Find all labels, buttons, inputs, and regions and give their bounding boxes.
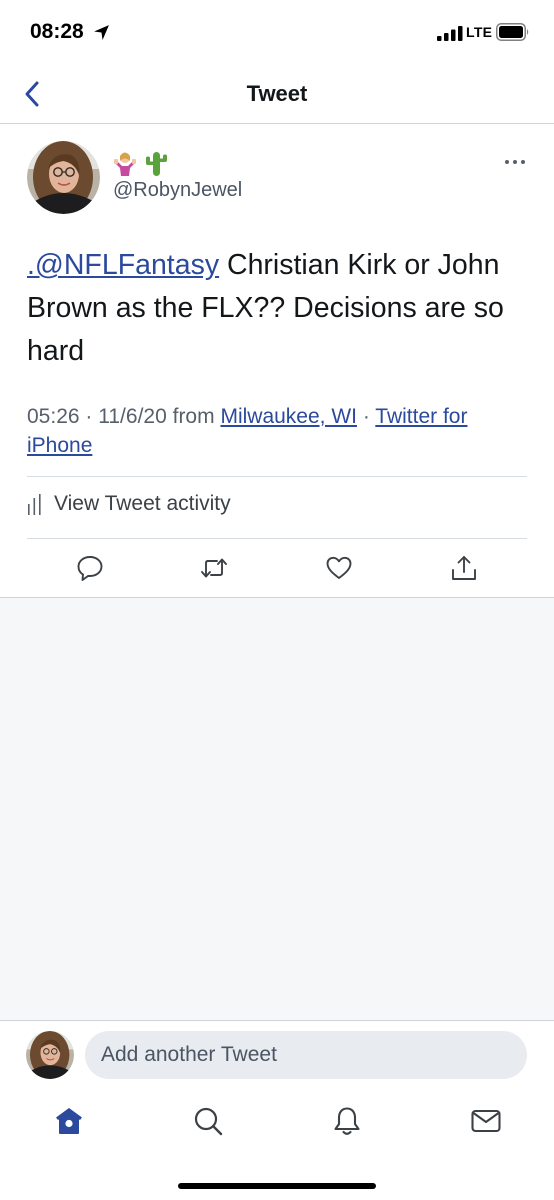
retweet-icon[interactable] — [200, 554, 228, 582]
location-link[interactable]: Milwaukee, WI — [220, 405, 357, 428]
notifications-icon[interactable] — [331, 1105, 363, 1137]
tweet-time: 05:26 — [27, 405, 80, 428]
replies-area — [0, 598, 554, 1020]
status-bar: 08:28 LTE — [0, 0, 554, 66]
person-shrugging-emoji — [114, 152, 136, 176]
share-icon[interactable] — [450, 554, 478, 582]
signal-strength-icon — [437, 26, 463, 41]
more-options-icon[interactable] — [502, 154, 528, 170]
like-icon[interactable] — [325, 554, 353, 582]
network-type: LTE — [466, 24, 493, 40]
avatar[interactable] — [26, 1031, 74, 1079]
display-name-emojis — [114, 152, 167, 176]
tweet-card: @RobynJewel .@NFLFantasy Christian Kirk … — [0, 124, 554, 598]
divider — [27, 538, 527, 539]
tab-bar — [0, 1090, 554, 1200]
activity-bars-icon — [28, 494, 41, 515]
nav-header: Tweet — [0, 66, 554, 124]
battery-icon — [496, 23, 529, 41]
tweet-actions — [0, 552, 554, 586]
mention-link[interactable]: .@NFLFantasy — [27, 249, 219, 281]
user-handle[interactable]: @RobynJewel — [113, 179, 242, 202]
meta-separator: · — [85, 405, 93, 428]
tweet-text: .@NFLFantasy Christian Kirk or John Brow… — [27, 244, 527, 373]
tweet-detail-screen: 08:28 LTE Tweet @RobynJewel .@NFLFantasy… — [0, 0, 554, 1200]
home-icon[interactable] — [53, 1105, 85, 1137]
view-tweet-activity-button[interactable]: View Tweet activity — [27, 488, 231, 520]
add-tweet-input[interactable]: Add another Tweet — [85, 1031, 527, 1079]
tweet-meta: 05:26 · 11/6/20 from Milwaukee, WI · Twi… — [27, 402, 527, 460]
cactus-emoji — [146, 152, 167, 176]
compose-bar: Add another Tweet — [0, 1020, 554, 1090]
home-indicator — [178, 1183, 376, 1189]
tweet-date: 11/6/20 — [98, 405, 167, 428]
status-time: 08:28 — [30, 20, 84, 43]
avatar[interactable] — [27, 141, 100, 214]
reply-icon[interactable] — [76, 554, 104, 582]
activity-label: View Tweet activity — [54, 492, 231, 515]
messages-icon[interactable] — [470, 1105, 502, 1137]
location-arrow-icon — [94, 25, 109, 40]
add-tweet-placeholder: Add another Tweet — [101, 1043, 277, 1066]
divider — [27, 476, 527, 477]
display-name — [113, 150, 171, 176]
from-label: from — [172, 405, 215, 428]
meta-separator-2: · — [362, 405, 370, 428]
page-title: Tweet — [246, 81, 308, 106]
search-icon[interactable] — [192, 1105, 224, 1137]
